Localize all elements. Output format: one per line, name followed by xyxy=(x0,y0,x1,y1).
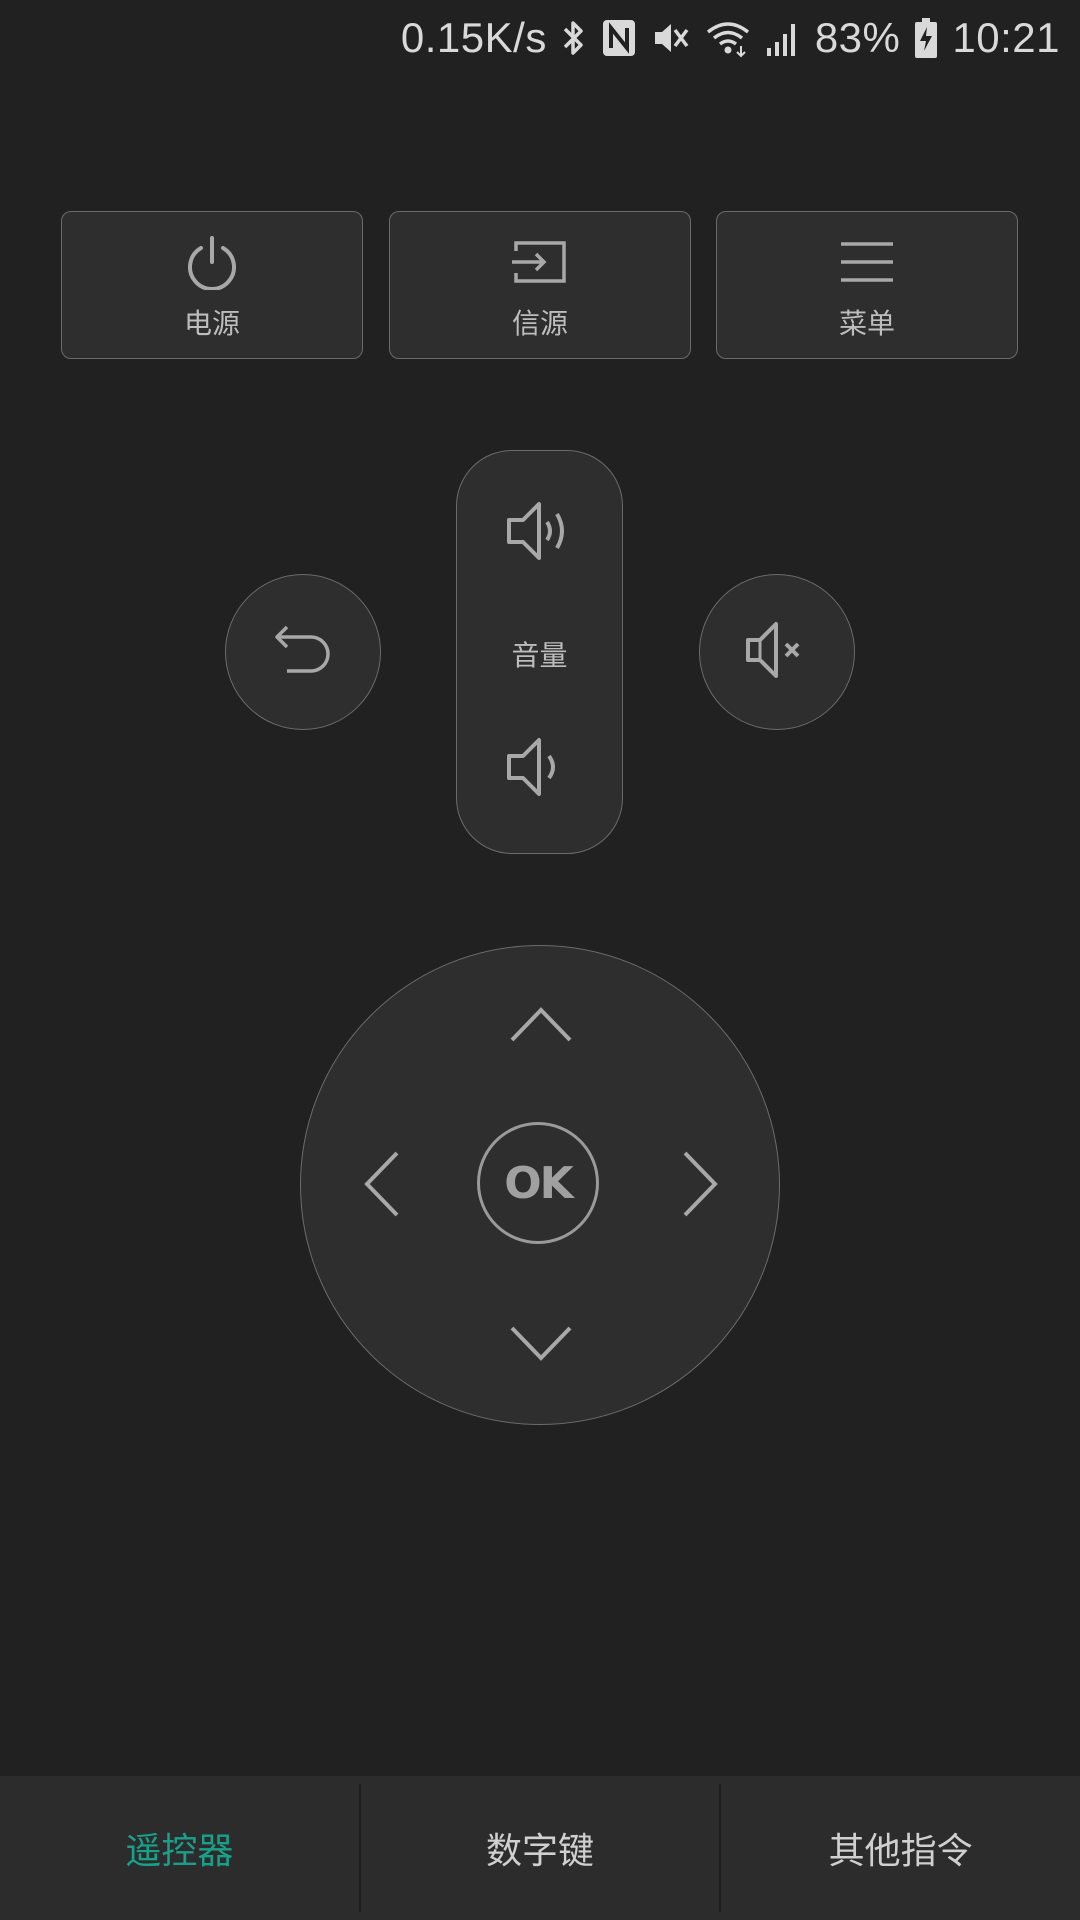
mute-speaker-icon xyxy=(744,620,810,684)
chevron-down-icon xyxy=(508,1324,574,1368)
tab-number-keys[interactable]: 数字键 xyxy=(361,1776,720,1920)
tab-other-commands-label: 其他指令 xyxy=(828,1831,973,1872)
source-label: 信源 xyxy=(511,307,568,340)
volume-down-icon xyxy=(505,734,575,804)
back-icon xyxy=(273,623,333,681)
tab-remote[interactable]: 遥控器 xyxy=(0,1776,359,1920)
back-button[interactable] xyxy=(225,574,381,730)
volume-control: 音量 xyxy=(456,450,623,854)
source-button[interactable]: 信源 xyxy=(389,211,691,359)
remote-control-screen: 0.15K/s 83% 10:21 电源 信源 菜单 音量 OK 遥控器 数字键… xyxy=(0,0,1080,1920)
status-bar: 0.15K/s 83% 10:21 xyxy=(0,0,1080,76)
dpad-right-button[interactable] xyxy=(661,1136,741,1236)
chevron-left-icon xyxy=(361,1149,401,1223)
ok-button[interactable]: OK xyxy=(477,1122,599,1244)
menu-label: 菜单 xyxy=(838,307,895,340)
mute-icon xyxy=(651,18,691,58)
menu-icon xyxy=(837,232,897,292)
dpad-left-button[interactable] xyxy=(341,1136,421,1236)
signal-icon xyxy=(765,18,801,58)
ok-label: OK xyxy=(504,1157,573,1209)
chevron-up-icon xyxy=(508,1004,574,1048)
wifi-icon xyxy=(705,18,751,58)
volume-up-icon xyxy=(505,498,575,568)
volume-up-button[interactable] xyxy=(457,478,622,588)
nfc-icon xyxy=(601,18,637,58)
bottom-tab-bar: 遥控器 数字键 其他指令 xyxy=(0,1776,1080,1920)
volume-label: 音量 xyxy=(511,639,568,672)
network-speed: 0.15K/s xyxy=(400,14,547,61)
tab-number-keys-label: 数字键 xyxy=(486,1831,595,1872)
battery-percent: 83% xyxy=(814,14,901,61)
dpad-up-button[interactable] xyxy=(491,986,591,1066)
menu-button[interactable]: 菜单 xyxy=(716,211,1018,359)
battery-charging-icon xyxy=(914,17,938,59)
input-source-icon xyxy=(510,232,570,292)
power-label: 电源 xyxy=(183,307,240,340)
clock: 10:21 xyxy=(952,14,1060,61)
dpad-down-button[interactable] xyxy=(491,1306,591,1386)
direction-pad: OK xyxy=(300,945,780,1425)
tab-remote-label: 遥控器 xyxy=(125,1831,234,1872)
volume-down-button[interactable] xyxy=(457,714,622,824)
power-icon xyxy=(184,232,240,292)
chevron-right-icon xyxy=(681,1149,721,1223)
tab-other-commands[interactable]: 其他指令 xyxy=(721,1776,1080,1920)
mute-button[interactable] xyxy=(699,574,855,730)
power-button[interactable]: 电源 xyxy=(61,211,363,359)
bluetooth-icon xyxy=(561,18,587,58)
